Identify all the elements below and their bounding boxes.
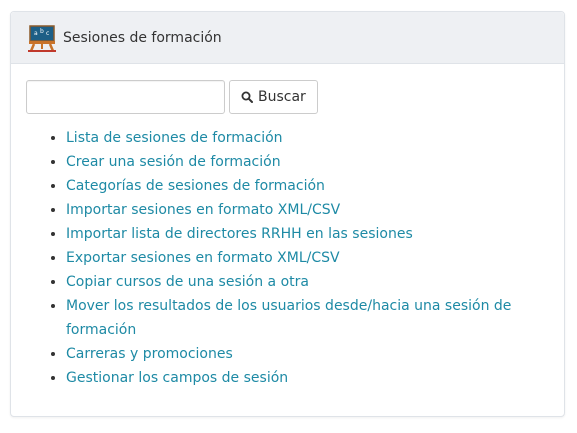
link-export-sessions[interactable]: Exportar sesiones en formato XML/CSV bbox=[66, 250, 340, 266]
list-item: Gestionar los campos de sesión bbox=[66, 366, 536, 390]
list-item: Lista de sesiones de formación bbox=[66, 126, 536, 150]
list-item: Importar sesiones en formato XML/CSV bbox=[66, 198, 536, 222]
link-copy-courses[interactable]: Copiar cursos de una sesión a otra bbox=[66, 274, 309, 290]
link-careers-promotions[interactable]: Carreras y promociones bbox=[66, 346, 233, 362]
link-session-fields[interactable]: Gestionar los campos de sesión bbox=[66, 370, 288, 386]
link-session-categories[interactable]: Categorías de sesiones de formación bbox=[66, 178, 325, 194]
panel-title: Sesiones de formación bbox=[63, 29, 222, 46]
search-button[interactable]: Buscar bbox=[229, 80, 318, 114]
list-item: Exportar sesiones en formato XML/CSV bbox=[66, 246, 536, 270]
search-input[interactable] bbox=[26, 80, 225, 114]
list-item: Carreras y promociones bbox=[66, 342, 536, 366]
search-icon bbox=[241, 91, 253, 103]
link-import-sessions[interactable]: Importar sesiones en formato XML/CSV bbox=[66, 202, 340, 218]
session-menu: Lista de sesiones de formación Crear una… bbox=[26, 126, 536, 390]
link-session-list[interactable]: Lista de sesiones de formación bbox=[66, 130, 283, 146]
search-button-label: Buscar bbox=[258, 89, 306, 105]
svg-text:a: a bbox=[34, 30, 38, 37]
link-create-session[interactable]: Crear una sesión de formación bbox=[66, 154, 281, 170]
sessions-panel: a b c Sesiones de formación Buscar Lista… bbox=[10, 11, 565, 417]
link-move-results[interactable]: Mover los resultados de los usuarios des… bbox=[66, 298, 511, 338]
list-item: Copiar cursos de una sesión a otra bbox=[66, 270, 536, 294]
list-item: Categorías de sesiones de formación bbox=[66, 174, 536, 198]
list-item: Crear una sesión de formación bbox=[66, 150, 536, 174]
svg-text:c: c bbox=[46, 30, 49, 37]
search-form: Buscar bbox=[26, 80, 318, 114]
blackboard-abc-icon: a b c bbox=[28, 24, 56, 52]
list-item: Mover los resultados de los usuarios des… bbox=[66, 294, 536, 342]
list-item: Importar lista de directores RRHH en las… bbox=[66, 222, 536, 246]
svg-text:b: b bbox=[40, 28, 44, 35]
panel-header: a b c Sesiones de formación bbox=[11, 12, 564, 64]
link-import-hr-directors[interactable]: Importar lista de directores RRHH en las… bbox=[66, 226, 413, 242]
